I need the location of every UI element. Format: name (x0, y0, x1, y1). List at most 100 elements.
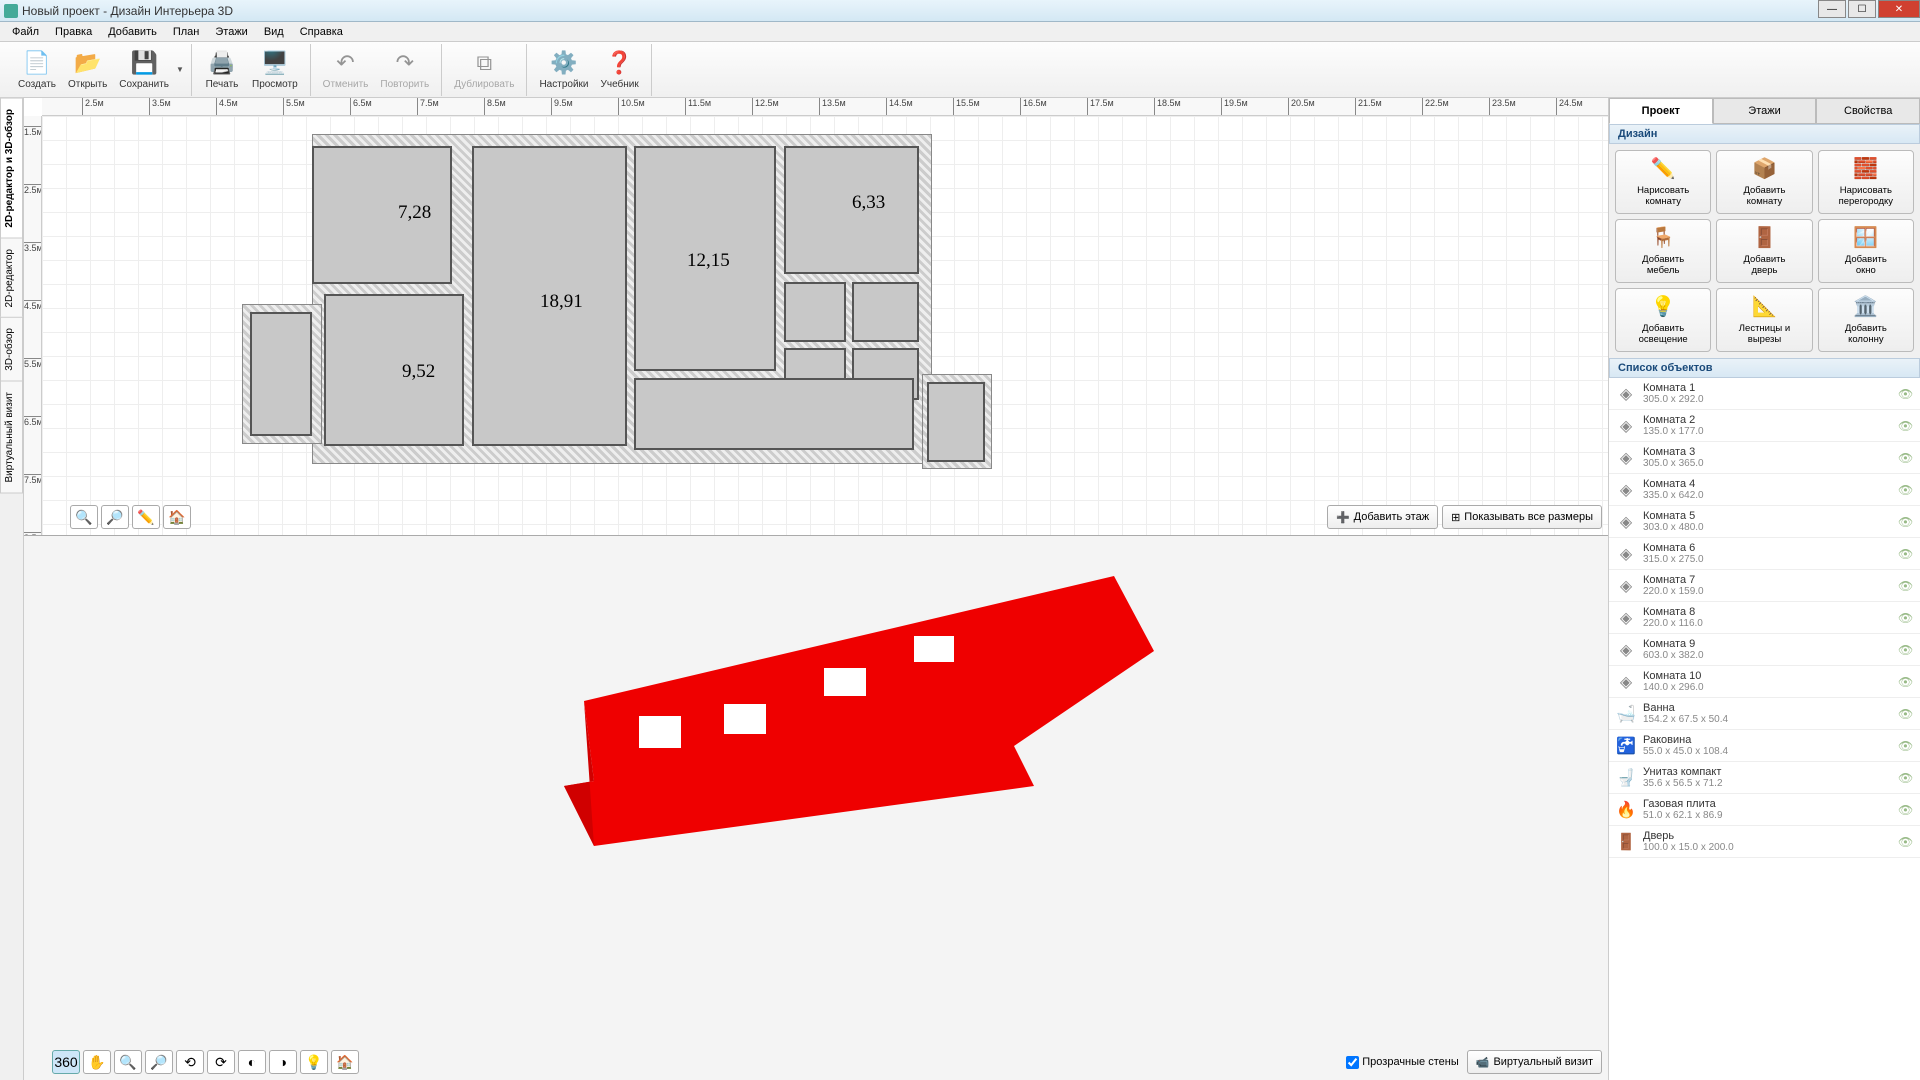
visibility-toggle[interactable]: 👁 (1898, 803, 1914, 817)
tutorial-button[interactable]: ❓Учебник (595, 45, 645, 95)
preview-button[interactable]: 🖥️Просмотр (246, 45, 304, 95)
visibility-toggle[interactable]: 👁 (1898, 675, 1914, 689)
object-item[interactable]: ◈Комната 2135.0 x 177.0👁 (1609, 410, 1920, 442)
vtab-combo[interactable]: 2D-редактор и 3D-обзор (0, 98, 23, 239)
home-3d-button[interactable]: 🏠 (331, 1050, 359, 1074)
vtab-virt[interactable]: Виртуальный визит (0, 381, 23, 494)
zoom-in-3d-button[interactable]: 🔎 (145, 1050, 173, 1074)
rtab-Этажи[interactable]: Этажи (1713, 98, 1817, 124)
tool-draw-room[interactable]: ✏️Нарисоватькомнату (1615, 150, 1711, 214)
save-button[interactable]: 💾Сохранить (113, 45, 175, 95)
object-list[interactable]: ◈Комната 1305.0 x 292.0👁◈Комната 2135.0 … (1609, 378, 1920, 1080)
object-item[interactable]: ◈Комната 1305.0 x 292.0👁 (1609, 378, 1920, 410)
save-dropdown[interactable]: ▼ (175, 65, 185, 74)
menu-Этажи[interactable]: Этажи (207, 24, 255, 40)
tool-add-room[interactable]: 📦Добавитькомнату (1716, 150, 1812, 214)
room-icon: ◈ (1615, 575, 1637, 597)
save-icon: 💾 (130, 49, 158, 77)
floorplan-canvas[interactable]: 7,2818,9112,156,339,52 🔍 🔎 ✏️ 🏠 ➕Добавит… (42, 116, 1608, 535)
object-item[interactable]: ◈Комната 10140.0 x 296.0👁 (1609, 666, 1920, 698)
edit-button[interactable]: ✏️ (132, 505, 160, 529)
settings-button[interactable]: ⚙️Настройки (533, 45, 594, 95)
menu-План[interactable]: План (165, 24, 208, 40)
visibility-toggle[interactable]: 👁 (1898, 771, 1914, 785)
zoom-out-button[interactable]: 🔍 (70, 505, 98, 529)
sink-icon: 🚰 (1615, 735, 1637, 757)
tool-add-furn[interactable]: 🪑Добавитьмебель (1615, 219, 1711, 283)
add-room-icon: 📦 (1751, 157, 1777, 183)
object-item[interactable]: 🚽Унитаз компакт35.6 x 56.5 x 71.2👁 (1609, 762, 1920, 794)
object-item[interactable]: ◈Комната 3305.0 x 365.0👁 (1609, 442, 1920, 474)
object-item[interactable]: ◈Комната 9603.0 x 382.0👁 (1609, 634, 1920, 666)
visibility-toggle[interactable]: 👁 (1898, 387, 1914, 401)
open-button[interactable]: 📂Открыть (62, 45, 113, 95)
objects-section-header: Список объектов (1609, 358, 1920, 378)
object-item[interactable]: ◈Комната 5303.0 x 480.0👁 (1609, 506, 1920, 538)
room-icon: ◈ (1615, 639, 1637, 661)
visibility-toggle[interactable]: 👁 (1898, 515, 1914, 529)
visibility-toggle[interactable]: 👁 (1898, 451, 1914, 465)
tool-draw-wall[interactable]: 🧱Нарисоватьперегородку (1818, 150, 1914, 214)
transparent-walls-checkbox[interactable]: Прозрачные стены (1346, 1056, 1458, 1069)
stove-icon: 🔥 (1615, 799, 1637, 821)
maximize-button[interactable]: ☐ (1848, 0, 1876, 18)
visibility-toggle[interactable]: 👁 (1898, 547, 1914, 561)
tool-add-window[interactable]: 🪟Добавитьокно (1818, 219, 1914, 283)
undo-icon: ↶ (332, 49, 360, 77)
object-item[interactable]: ◈Комната 8220.0 x 116.0👁 (1609, 602, 1920, 634)
close-button[interactable]: ✕ (1878, 0, 1920, 18)
rtab-Свойства[interactable]: Свойства (1816, 98, 1920, 124)
object-item[interactable]: 🔥Газовая плита51.0 x 62.1 x 86.9👁 (1609, 794, 1920, 826)
light-button[interactable]: 💡 (300, 1050, 328, 1074)
object-item[interactable]: 🚪Дверь100.0 x 15.0 x 200.0👁 (1609, 826, 1920, 858)
rotate-left-button[interactable]: ⟲ (176, 1050, 204, 1074)
object-item[interactable]: 🚰Раковина55.0 x 45.0 x 108.4👁 (1609, 730, 1920, 762)
rtab-Проект[interactable]: Проект (1609, 98, 1713, 124)
draw-room-icon: ✏️ (1650, 157, 1676, 183)
menu-Добавить[interactable]: Добавить (100, 24, 165, 40)
view-front-button[interactable]: ◐ (238, 1050, 266, 1074)
design-section-header: Дизайн (1609, 124, 1920, 144)
object-item[interactable]: ◈Комната 4335.0 x 642.0👁 (1609, 474, 1920, 506)
pan-button[interactable]: ✋ (83, 1050, 111, 1074)
visibility-toggle[interactable]: 👁 (1898, 483, 1914, 497)
titlebar: Новый проект - Дизайн Интерьера 3D — ☐ ✕ (0, 0, 1920, 22)
zoom-out-3d-button[interactable]: 🔍 (114, 1050, 142, 1074)
add-floor-button[interactable]: ➕Добавить этаж (1327, 505, 1438, 529)
view-3d-canvas[interactable]: 360 ✋ 🔍 🔎 ⟲ ⟳ ◐ ◑ 💡 🏠 Прозрачные стены 📹… (24, 536, 1608, 1080)
visibility-toggle[interactable]: 👁 (1898, 835, 1914, 849)
menu-Вид[interactable]: Вид (256, 24, 292, 40)
object-item[interactable]: ◈Комната 7220.0 x 159.0👁 (1609, 570, 1920, 602)
home-button[interactable]: 🏠 (163, 505, 191, 529)
redo-button: ↷Повторить (374, 45, 435, 95)
object-item[interactable]: 🛁Ванна154.2 x 67.5 x 50.4👁 (1609, 698, 1920, 730)
menu-Файл[interactable]: Файл (4, 24, 47, 40)
print-icon: 🖨️ (208, 49, 236, 77)
room-icon: ◈ (1615, 447, 1637, 469)
view-back-button[interactable]: ◑ (269, 1050, 297, 1074)
create-button[interactable]: 📄Создать (12, 45, 62, 95)
visibility-toggle[interactable]: 👁 (1898, 611, 1914, 625)
rotate-right-button[interactable]: ⟳ (207, 1050, 235, 1074)
vtab-3d[interactable]: 3D-обзор (0, 317, 23, 382)
visibility-toggle[interactable]: 👁 (1898, 643, 1914, 657)
menu-Правка[interactable]: Правка (47, 24, 100, 40)
tool-add-col[interactable]: 🏛️Добавитьколонну (1818, 288, 1914, 352)
zoom-in-button[interactable]: 🔎 (101, 505, 129, 529)
visibility-toggle[interactable]: 👁 (1898, 739, 1914, 753)
tool-add-door[interactable]: 🚪Добавитьдверь (1716, 219, 1812, 283)
minimize-button[interactable]: — (1818, 0, 1846, 18)
visibility-toggle[interactable]: 👁 (1898, 707, 1914, 721)
vtab-2d[interactable]: 2D-редактор (0, 238, 23, 319)
show-dimensions-button[interactable]: ⊞Показывать все размеры (1442, 505, 1602, 529)
tool-add-light[interactable]: 💡Добавитьосвещение (1615, 288, 1711, 352)
print-button[interactable]: 🖨️Печать (198, 45, 246, 95)
menu-Справка[interactable]: Справка (292, 24, 351, 40)
object-item[interactable]: ◈Комната 6315.0 x 275.0👁 (1609, 538, 1920, 570)
visibility-toggle[interactable]: 👁 (1898, 579, 1914, 593)
tool-stairs[interactable]: 📐Лестницы ивырезы (1716, 288, 1812, 352)
app-icon (4, 4, 18, 18)
rotate-360-button[interactable]: 360 (52, 1050, 80, 1074)
visibility-toggle[interactable]: 👁 (1898, 419, 1914, 433)
virtual-visit-button[interactable]: 📹Виртуальный визит (1467, 1050, 1602, 1074)
